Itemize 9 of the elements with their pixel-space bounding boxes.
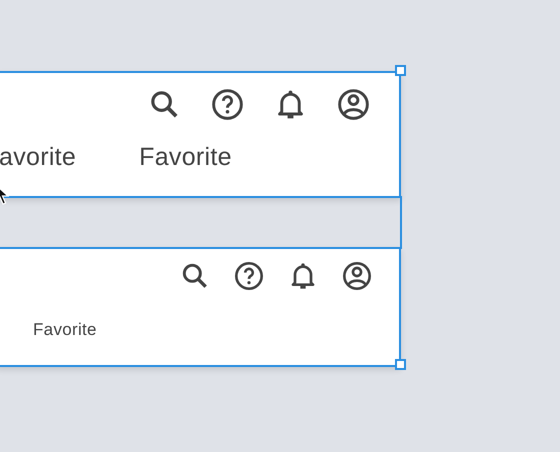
- account-icon[interactable]: [336, 87, 371, 122]
- resize-handle[interactable]: [395, 359, 406, 370]
- tab-label[interactable]: avorite: [0, 142, 76, 172]
- resize-handle[interactable]: [395, 65, 406, 76]
- account-icon[interactable]: [341, 260, 373, 292]
- tab-label[interactable]: Favorite: [139, 142, 232, 172]
- help-icon[interactable]: [210, 87, 245, 122]
- help-icon[interactable]: [233, 260, 265, 292]
- tab-label[interactable]: Favorite: [33, 320, 97, 340]
